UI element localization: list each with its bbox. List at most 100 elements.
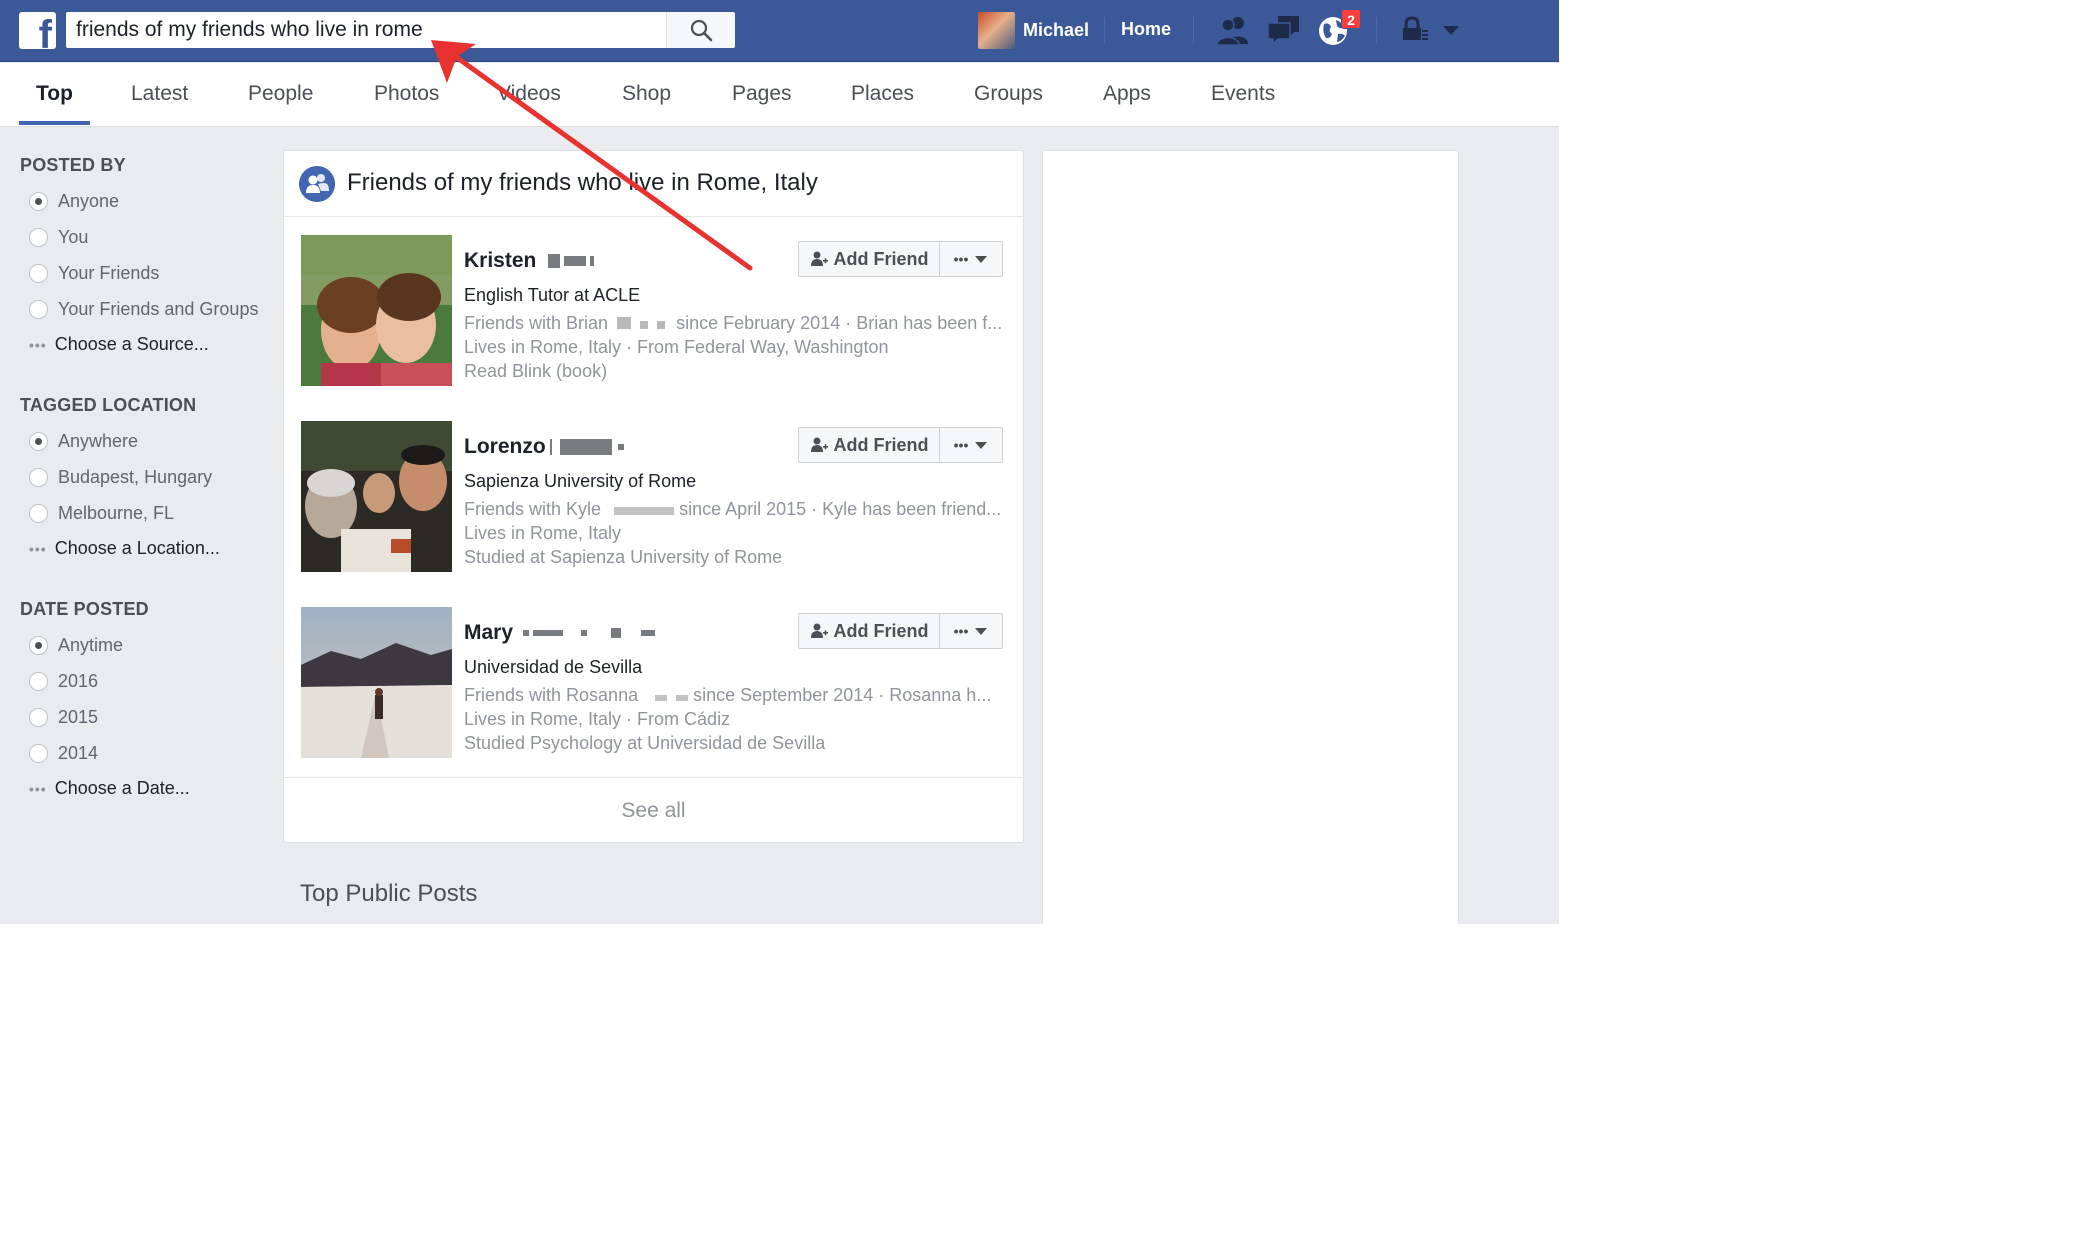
more-dots-icon: •••	[953, 437, 969, 453]
more-dots-icon: •••	[29, 780, 47, 797]
chevron-down-icon	[975, 256, 988, 263]
filter-option-anywhere[interactable]: Anywhere	[29, 429, 138, 453]
filter-option-you[interactable]: You	[29, 225, 88, 249]
choose-source-label: Choose a Source...	[54, 334, 209, 354]
friend-requests-icon[interactable]	[1216, 14, 1252, 46]
messages-icon[interactable]	[1266, 14, 1302, 46]
tab-videos[interactable]: Videos	[497, 82, 561, 127]
profile-photo[interactable]	[301, 421, 452, 572]
choose-location-link[interactable]: ••• Choose a Location...	[29, 538, 220, 559]
more-options-button[interactable]: •••	[939, 613, 1003, 649]
person-name: Kristen	[464, 249, 537, 272]
filter-option-anytime[interactable]: Anytime	[29, 633, 123, 657]
person-mutual-friends: Friends with Brian since February 2014 ·…	[464, 313, 1002, 334]
account-menu-arrow-icon[interactable]	[1440, 14, 1462, 46]
privacy-lock-icon[interactable]	[1400, 14, 1430, 46]
mutual-label: Friends with Brian	[464, 313, 609, 333]
redacted-text	[548, 254, 561, 268]
filter-option-label: 2015	[58, 706, 99, 727]
tab-people[interactable]: People	[248, 82, 313, 127]
redacted-text	[523, 630, 530, 636]
filter-option-friends-and-groups[interactable]: Your Friends and Groups	[29, 297, 258, 321]
filter-option-anyone[interactable]: Anyone	[29, 189, 119, 213]
add-friend-button[interactable]: Add Friend	[798, 613, 940, 649]
tab-shop[interactable]: Shop	[622, 82, 671, 127]
results-title[interactable]: Friends of my friends who live in Rome, …	[347, 169, 818, 197]
radio-checked[interactable]	[29, 191, 48, 211]
filter-option-2015[interactable]: 2015	[29, 705, 98, 729]
person-work: Sapienza University of Rome	[464, 471, 697, 491]
redacted-text	[564, 256, 587, 266]
search-input[interactable]: friends of my friends who live in rome	[66, 12, 666, 48]
filter-option-label: Anywhere	[58, 430, 139, 451]
tab-apps[interactable]: Apps	[1103, 82, 1151, 127]
people-results-card: Friends of my friends who live in Rome, …	[283, 150, 1024, 843]
mutual-label: Friends with Rosanna	[464, 685, 639, 705]
filter-option-label: Melbourne, FL	[58, 502, 175, 523]
tab-latest[interactable]: Latest	[131, 82, 188, 127]
profile-link[interactable]: Michael	[978, 11, 1089, 49]
more-options-button[interactable]: •••	[939, 427, 1003, 463]
radio[interactable]	[29, 467, 48, 487]
filter-option-budapest[interactable]: Budapest, Hungary	[29, 465, 212, 489]
person-name-link[interactable]: Lorenzo	[464, 435, 624, 459]
more-options-button[interactable]: •••	[939, 241, 1003, 277]
more-dots-icon: •••	[953, 623, 969, 639]
profile-photo[interactable]	[301, 235, 452, 386]
divider	[1104, 17, 1105, 43]
add-friend-button[interactable]: Add Friend	[798, 427, 940, 463]
filter-option-your-friends[interactable]: Your Friends	[29, 261, 159, 285]
redacted-text	[559, 439, 612, 455]
add-friend-icon	[810, 623, 828, 638]
see-all-link[interactable]: See all	[284, 777, 1023, 843]
person-location: Lives in Rome, Italy	[464, 523, 622, 543]
choose-source-link[interactable]: ••• Choose a Source...	[29, 334, 209, 355]
redacted-text	[533, 630, 564, 636]
filter-option-label: Anyone	[58, 190, 120, 211]
radio[interactable]	[29, 743, 48, 763]
mutual-detail: since September 2014 · Rosanna h...	[693, 685, 992, 705]
radio[interactable]	[29, 299, 48, 319]
add-friend-label: Add Friend	[833, 620, 929, 641]
person-name-link[interactable]: Kristen	[464, 249, 595, 273]
search-filter-tabs: Top Latest People Photos Videos Shop Pag…	[0, 63, 1559, 127]
person-result: Mary Universidad de Sevilla Friends with…	[284, 607, 1023, 758]
divider	[1376, 17, 1377, 43]
filter-option-2016[interactable]: 2016	[29, 669, 98, 693]
mutual-detail: since February 2014 · Brian has been f..…	[676, 313, 1003, 333]
person-result: Kristen English Tutor at ACLE Friends wi…	[284, 235, 1023, 386]
radio-checked[interactable]	[29, 635, 48, 655]
add-friend-button[interactable]: Add Friend	[798, 241, 940, 277]
filter-option-label: 2016	[58, 670, 99, 691]
redacted-text	[641, 630, 656, 636]
add-friend-icon	[810, 437, 828, 452]
person-location: Lives in Rome, Italy · From Federal Way,…	[464, 337, 889, 357]
tab-pages[interactable]: Pages	[732, 82, 792, 127]
redacted-text	[617, 317, 632, 329]
tab-groups[interactable]: Groups	[974, 82, 1043, 127]
divider	[1193, 17, 1194, 43]
radio[interactable]	[29, 503, 48, 523]
mutual-detail: since April 2015 · Kyle has been friend.…	[679, 499, 1002, 519]
radio[interactable]	[29, 671, 48, 691]
filter-option-label: Your Friends	[58, 262, 160, 283]
person-extra-info: Read Blink (book)	[464, 361, 608, 381]
tab-photos[interactable]: Photos	[374, 82, 439, 127]
search-button[interactable]	[666, 12, 735, 48]
filter-option-2014[interactable]: 2014	[29, 741, 98, 765]
tab-places[interactable]: Places	[851, 82, 914, 127]
facebook-logo[interactable]: f	[19, 12, 56, 49]
radio[interactable]	[29, 227, 48, 247]
radio[interactable]	[29, 707, 48, 727]
choose-date-link[interactable]: ••• Choose a Date...	[29, 778, 190, 799]
profile-photo[interactable]	[301, 607, 452, 758]
home-link[interactable]: Home	[1121, 19, 1171, 40]
choose-location-label: Choose a Location...	[54, 538, 220, 558]
filter-option-melbourne[interactable]: Melbourne, FL	[29, 501, 174, 525]
filter-option-label: 2014	[58, 742, 99, 763]
person-extra-info: Studied Psychology at Universidad de Sev…	[464, 733, 826, 753]
radio-checked[interactable]	[29, 431, 48, 451]
person-name-link[interactable]: Mary	[464, 621, 656, 645]
tab-events[interactable]: Events	[1211, 82, 1275, 127]
radio[interactable]	[29, 263, 48, 283]
